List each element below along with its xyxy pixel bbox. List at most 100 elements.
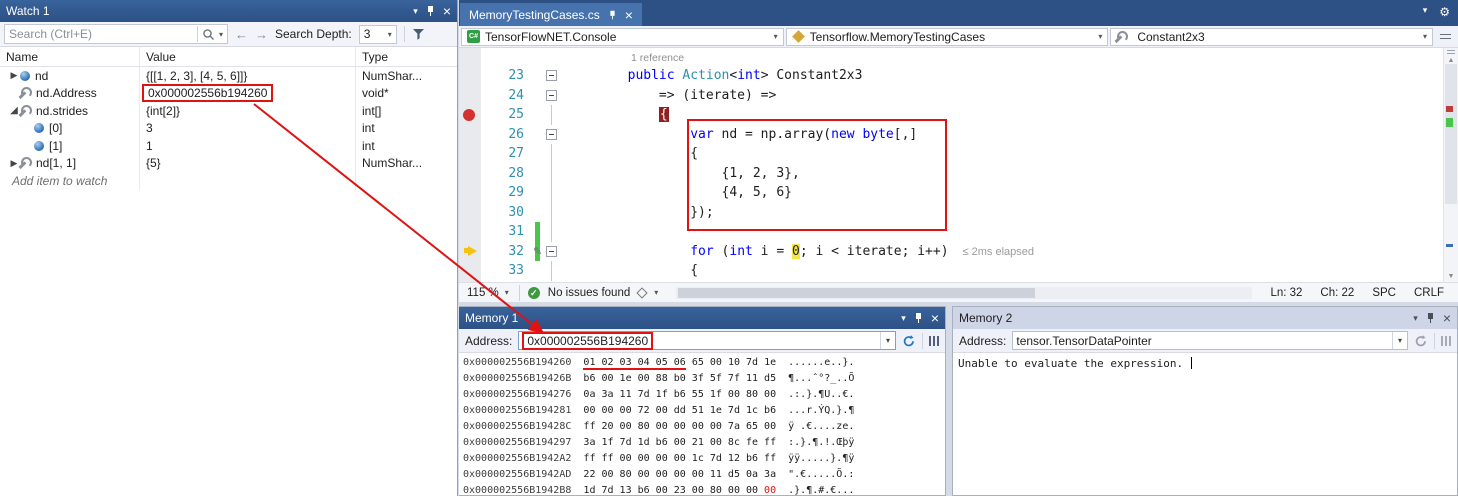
code-line[interactable]: 23 public Action<int> Constant2x3 [459, 66, 1443, 86]
table-row[interactable]: nd.Address0x000002556b194260void* [0, 85, 457, 103]
outlining-margin-cell[interactable] [543, 222, 565, 242]
code-line[interactable]: 28 {1, 2, 3}, [459, 164, 1443, 184]
filter-icon[interactable] [412, 28, 426, 41]
close-icon[interactable]: × [1443, 312, 1451, 324]
breakpoint-icon[interactable] [463, 109, 475, 121]
breakpoint-margin-cell[interactable] [459, 125, 481, 145]
code-text[interactable]: { [565, 144, 1443, 164]
breakpoint-margin-cell[interactable] [459, 164, 481, 184]
code-area[interactable]: 1 reference 23 public Action<int> Consta… [459, 48, 1443, 282]
memory-row[interactable]: 0x000002556B194297 3a 1f 7d 1d b6 00 21 … [463, 435, 945, 451]
address-input[interactable]: tensor.TensorDataPointer ▾ [1012, 331, 1408, 350]
memory2-titlebar[interactable]: Memory 2 ▾ × [953, 307, 1457, 329]
codelens-references[interactable]: 1 reference [631, 52, 684, 64]
breakpoint-margin-cell[interactable] [459, 203, 481, 223]
outlining-margin-cell[interactable] [543, 203, 565, 223]
code-text[interactable]: { [565, 105, 1443, 125]
refresh-icon[interactable] [1414, 334, 1428, 348]
breakpoint-margin-cell[interactable] [459, 144, 481, 164]
code-text[interactable]: {4, 5, 6} [565, 183, 1443, 203]
address-input[interactable]: 0x000002556B194260 ▾ [518, 331, 896, 350]
breakpoint-margin-cell[interactable] [459, 261, 481, 281]
column-header-name[interactable]: Name [0, 47, 140, 66]
code-text[interactable]: var nd = np.array(new byte[,] [565, 125, 1443, 145]
outlining-margin-cell[interactable] [543, 86, 565, 106]
code-line[interactable]: 26 var nd = np.array(new byte[,] [459, 125, 1443, 145]
table-row[interactable]: ▶nd{[[1, 2, 3], [4, 5, 6]]}NumShar... [0, 67, 457, 85]
settings-gear-icon[interactable]: ⚙ [1439, 5, 1450, 19]
table-row[interactable]: ▶nd[1, 1]{5}NumShar... [0, 155, 457, 173]
search-depth-select[interactable]: 3 ▾ [359, 25, 397, 44]
code-cleanup-icon[interactable] [637, 287, 648, 298]
search-icon[interactable] [202, 28, 215, 41]
watch-titlebar[interactable]: Watch 1 ▾ × [0, 0, 457, 22]
collapse-box-icon[interactable] [546, 90, 557, 101]
outlining-margin-cell[interactable] [543, 144, 565, 164]
outlining-margin-cell[interactable] [543, 125, 565, 145]
horizontal-scrollbar[interactable] [676, 287, 1252, 299]
breakpoint-margin-cell[interactable] [459, 86, 481, 106]
collapse-box-icon[interactable] [546, 129, 557, 140]
collapse-box-icon[interactable] [546, 70, 557, 81]
table-row[interactable]: [0]3int [0, 120, 457, 138]
chevron-down-icon[interactable]: ▾ [219, 30, 223, 39]
vertical-scrollbar[interactable]: ▲ ▼ [1443, 48, 1458, 282]
close-icon[interactable]: × [931, 312, 939, 324]
code-line[interactable]: 27 { [459, 144, 1443, 164]
memory-row[interactable]: 0x000002556B1942A2 ff ff 00 00 00 00 1c … [463, 451, 945, 467]
search-box[interactable]: ▾ [4, 24, 228, 44]
collapse-box-icon[interactable] [546, 246, 557, 257]
memory1-titlebar[interactable]: Memory 1 ▾ × [459, 307, 945, 329]
column-indicator[interactable]: Ch: 22 [1320, 287, 1354, 299]
code-text[interactable]: public Action<int> Constant2x3 [565, 66, 1443, 86]
window-position-icon[interactable]: ▾ [413, 6, 418, 17]
issues-check-icon[interactable]: ✓ [528, 287, 540, 299]
splitter-grip-icon[interactable] [1440, 34, 1451, 39]
project-dropdown[interactable]: C# TensorFlowNET.Console ▾ [461, 28, 784, 46]
zoom-select[interactable]: 115 % ▾ [465, 287, 511, 299]
pin-icon[interactable] [1426, 312, 1435, 324]
type-dropdown[interactable]: Tensorflow.MemoryTestingCases ▾ [786, 28, 1109, 46]
code-text[interactable]: { [565, 261, 1443, 281]
code-line[interactable]: 25 { [459, 105, 1443, 125]
expand-arrow-icon[interactable]: ▶ [8, 70, 20, 81]
memory2-message-area[interactable]: Unable to evaluate the expression. [953, 353, 1457, 495]
scrollbar-thumb[interactable] [678, 288, 1035, 298]
breakpoint-margin-cell[interactable] [459, 222, 481, 242]
memory-row[interactable]: 0x000002556B1942AD 22 00 80 00 00 00 00 … [463, 467, 945, 483]
tab-memorytestingcases[interactable]: MemoryTestingCases.cs × [460, 3, 642, 26]
add-watch-row[interactable]: Add item to watch [0, 172, 457, 190]
code-text[interactable]: for (int i = 0; i < iterate; i++)≤ 2ms e… [565, 242, 1443, 262]
issues-label[interactable]: No issues found [548, 287, 630, 299]
pin-icon[interactable] [426, 5, 435, 17]
scrollbar-split-grip[interactable] [1447, 50, 1455, 54]
eol-indicator[interactable]: CRLF [1414, 287, 1444, 299]
memory-row[interactable]: 0x000002556B19428C ff 20 00 80 00 00 00 … [463, 419, 945, 435]
breakpoint-margin-cell[interactable] [459, 66, 481, 86]
table-row[interactable]: [1]1int [0, 137, 457, 155]
scrollbar-thumb[interactable] [1445, 64, 1457, 204]
code-line[interactable]: 32 for (int i = 0; i < iterate; i++)≤ 2m… [459, 242, 1443, 262]
memory-row[interactable]: 0x000002556B1942B8 1d 7d 13 b6 00 23 00 … [463, 483, 945, 495]
member-dropdown[interactable]: Constant2x3 ▾ [1110, 28, 1433, 46]
code-text[interactable]: {1, 2, 3}, [565, 164, 1443, 184]
breakpoint-margin-cell[interactable] [459, 242, 481, 262]
outlining-margin-cell[interactable] [543, 183, 565, 203]
code-line[interactable]: 31 [459, 222, 1443, 242]
outlining-margin-cell[interactable] [543, 105, 565, 125]
column-header-type[interactable]: Type [356, 47, 457, 66]
memory-row[interactable]: 0x000002556B194260 01 02 03 04 05 06 65 … [463, 355, 945, 371]
outlining-margin-cell[interactable] [543, 66, 565, 86]
chevron-down-icon[interactable]: ▾ [1392, 332, 1407, 349]
chevron-down-icon[interactable]: ▾ [880, 332, 895, 349]
window-list-icon[interactable]: ▾ [1423, 5, 1428, 19]
window-position-icon[interactable]: ▾ [901, 313, 906, 324]
memory1-rows[interactable]: 0x000002556B194260 01 02 03 04 05 06 65 … [459, 353, 945, 495]
close-icon[interactable]: × [625, 9, 633, 21]
chevron-down-icon[interactable]: ▾ [654, 288, 658, 297]
window-position-icon[interactable]: ▾ [1413, 313, 1418, 324]
code-line[interactable]: 24 => (iterate) => [459, 86, 1443, 106]
line-indicator[interactable]: Ln: 32 [1270, 287, 1302, 299]
memory-row[interactable]: 0x000002556B194281 00 00 00 72 00 dd 51 … [463, 403, 945, 419]
code-line[interactable]: 33 { [459, 261, 1443, 281]
